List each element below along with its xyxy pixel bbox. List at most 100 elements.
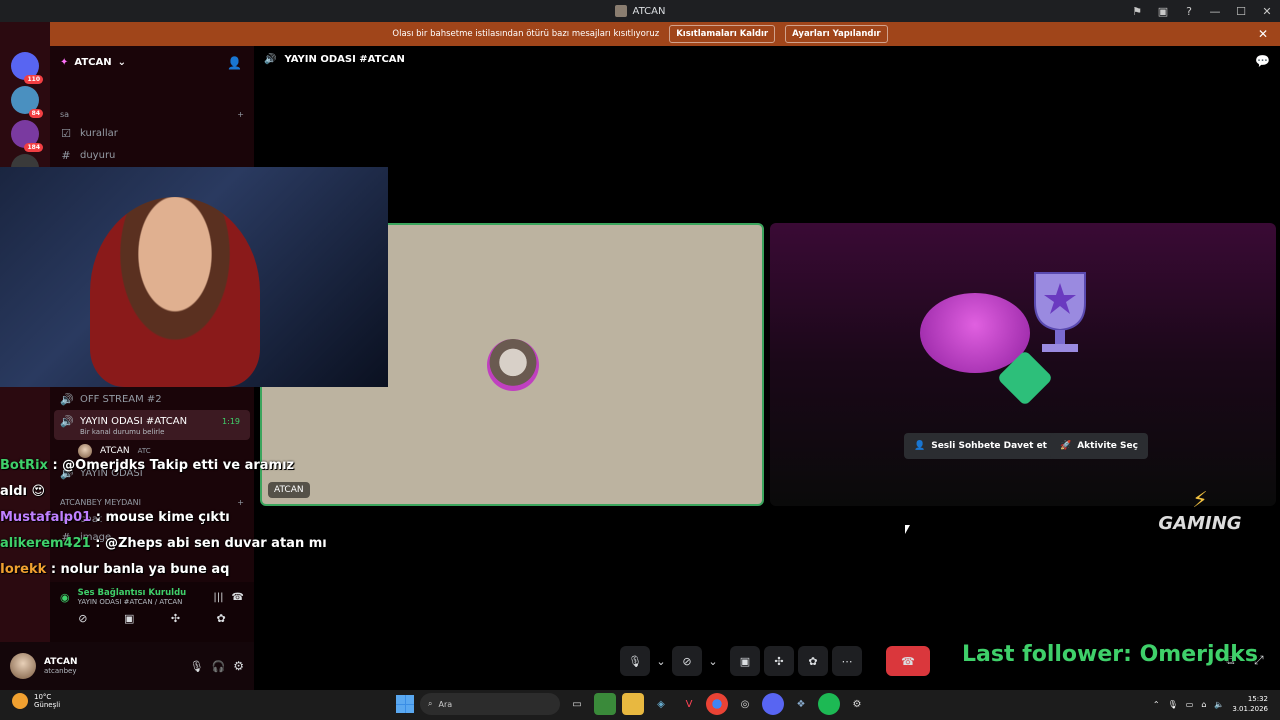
steam-icon[interactable]: ◈	[650, 693, 672, 715]
microphone-icon[interactable]: 🎙	[190, 660, 204, 673]
chat-user: BotRix	[0, 457, 48, 473]
voice-status-title: Ses Bağlantısı Kuruldu	[77, 588, 187, 598]
server-header[interactable]: ✦ ATCAN ⌄ 👤	[50, 46, 254, 78]
remove-restrictions-button[interactable]: Kısıtlamaları Kaldır	[669, 25, 776, 43]
task-view-icon[interactable]: ▭	[566, 693, 588, 715]
channel-label: duyuru	[80, 149, 116, 161]
volume-icon[interactable]: 🔈	[1214, 700, 1224, 709]
chrome-icon[interactable]	[706, 693, 728, 715]
close-banner-icon[interactable]: ✕	[1258, 27, 1268, 41]
noise-suppression-icon[interactable]: |||	[213, 592, 223, 603]
server-icon[interactable]: 110	[11, 52, 43, 84]
invite-people-icon[interactable]: 👤	[227, 56, 242, 70]
screen-share-icon[interactable]: ▣	[124, 612, 134, 625]
spotify-icon[interactable]	[818, 693, 840, 715]
voice-status-subtitle[interactable]: YAYIN ODASI #ATCAN / ATCAN	[78, 598, 187, 606]
window-titlebar: ATCAN ⚑ ▣ ? — ☐ ✕	[0, 0, 1280, 22]
activities-icon[interactable]: ✣	[171, 612, 180, 625]
user-panel: ATCAN atcanbey 🎙 🎧 ⚙	[0, 642, 254, 690]
soundboard-icon[interactable]: ✿	[217, 612, 226, 625]
category-label: sa	[60, 109, 70, 119]
configure-settings-button[interactable]: Ayarları Yapılandır	[785, 25, 888, 43]
voice-channel-off-stream[interactable]: 🔊 OFF STREAM #2	[50, 388, 254, 410]
rules-icon: ☑	[61, 126, 71, 140]
add-channel-icon[interactable]: +	[237, 110, 244, 119]
discord-icon[interactable]	[762, 693, 784, 715]
avatar[interactable]	[10, 653, 36, 679]
valorant-icon[interactable]: V	[678, 693, 700, 715]
disconnect-icon[interactable]: ☎	[232, 592, 244, 603]
channel-status[interactable]: Bir kanal durumu belirle	[60, 428, 240, 436]
minimize-button[interactable]: —	[1202, 0, 1228, 22]
taskbar-search[interactable]: ⌕ Ara	[420, 693, 560, 715]
app-icon	[614, 5, 627, 17]
chat-bubble-icon[interactable]: 💬	[1255, 54, 1270, 68]
logo-text: GAMING	[1158, 513, 1242, 534]
invite-label: Sesli Sohbete Davet et	[931, 441, 1047, 451]
channel-header: 🔊 YAYIN ODASI #ATCAN	[264, 54, 405, 65]
choose-activity-button[interactable]: 🚀 Aktivite Seç	[1050, 433, 1148, 459]
camera-off-icon[interactable]: ⊘	[78, 612, 87, 625]
display-icon[interactable]: ▭	[1186, 700, 1194, 709]
clock[interactable]: 15:32 3.01.2026	[1232, 694, 1268, 714]
headphones-icon[interactable]: 🎧	[212, 660, 226, 673]
chat-line: Mustafalp01 : mouse kime çıktı	[0, 504, 330, 530]
speaker-icon: 🔊	[60, 392, 74, 406]
settings-icon[interactable]: ⚙	[846, 693, 868, 715]
chevron-up-icon[interactable]: ⌃	[1153, 700, 1160, 709]
microphone-icon[interactable]: 🎙	[1168, 700, 1178, 709]
file-explorer-icon[interactable]	[622, 693, 644, 715]
channel-duyuru[interactable]: # duyuru	[50, 144, 254, 166]
gear-icon[interactable]: ⚙	[233, 659, 244, 673]
windows-taskbar: 10°C Güneşli ⌕ Ara ▭ ◈ V ◎ ❖ ⚙ ⌃ 🎙 ▭ ⌂ 🔈…	[0, 690, 1280, 720]
server-name: ATCAN	[74, 56, 112, 68]
time: 15:32	[1247, 695, 1268, 703]
minecraft-icon[interactable]	[594, 693, 616, 715]
network-icon[interactable]: ⌂	[1201, 700, 1206, 709]
start-button[interactable]	[396, 695, 414, 713]
category-sa[interactable]: sa +	[50, 106, 254, 122]
voice-channel-yayin-odasi[interactable]: 🔊 YAYIN ODASI #ATCAN 1:19 Bir kanal duru…	[54, 410, 250, 440]
call-controls: 🎙 ⌄ ⊘ ⌄ ▣ ✣ ✿ ⋯ ☎	[620, 645, 930, 677]
trophy-icon	[1034, 272, 1086, 352]
chat-text: aldı 😍	[0, 483, 46, 499]
help-icon[interactable]: ?	[1176, 0, 1202, 22]
username: ATCAN	[44, 657, 78, 667]
activities-button[interactable]: ✣	[764, 646, 794, 676]
channel-title: YAYIN ODASI #ATCAN	[284, 54, 405, 65]
invite-activity-tile: 👤 Sesli Sohbete Davet et 🚀 Aktivite Seç	[770, 223, 1276, 506]
channel-kurallar[interactable]: ☑ kurallar	[50, 122, 254, 144]
screen-share-button[interactable]: ▣	[730, 646, 760, 676]
app-icon[interactable]: ❖	[790, 693, 812, 715]
rocket-icon: 🚀	[1060, 441, 1072, 451]
microphone-button[interactable]: 🎙	[620, 646, 650, 676]
inbox-icon[interactable]: ⚑	[1124, 0, 1150, 22]
obs-icon[interactable]: ◎	[734, 693, 756, 715]
mouse-cursor	[905, 525, 910, 534]
soundboard-button[interactable]: ✿	[798, 646, 828, 676]
camera-options-chevron-icon[interactable]: ⌄	[706, 646, 720, 676]
chat-text: : nolur banla ya bune aq	[50, 561, 230, 577]
chevron-down-icon: ⌄	[117, 56, 127, 68]
server-icon[interactable]: 84	[11, 86, 43, 118]
mic-options-chevron-icon[interactable]: ⌄	[654, 646, 668, 676]
activity-label: Aktivite Seç	[1077, 441, 1138, 451]
chat-line: BotRix : @Omerjdks Takip etti ve aramız	[0, 452, 330, 478]
invite-voice-button[interactable]: 👤 Sesli Sohbete Davet et	[904, 433, 1057, 459]
last-follower-overlay: Last follower: Omerjdks	[962, 642, 1258, 667]
more-options-button[interactable]: ⋯	[832, 646, 862, 676]
close-window-button[interactable]: ✕	[1254, 0, 1280, 22]
avatar	[487, 339, 539, 391]
chat-user: Mustafalp01	[0, 509, 92, 525]
server-icon[interactable]: 184	[11, 120, 43, 152]
weather-widget[interactable]: 10°C Güneşli	[12, 693, 60, 709]
mention-badge: 84	[28, 109, 43, 118]
leave-call-button[interactable]: ☎	[886, 646, 930, 676]
chat-text: : @Omerjdks Takip etti ve aramız	[52, 457, 295, 473]
search-placeholder: Ara	[438, 699, 453, 709]
camera-off-button[interactable]: ⊘	[672, 646, 702, 676]
maximize-button[interactable]: ☐	[1228, 0, 1254, 22]
signal-icon[interactable]: ◉	[60, 591, 70, 604]
date: 3.01.2026	[1232, 705, 1268, 713]
screen-share-icon[interactable]: ▣	[1150, 0, 1176, 22]
